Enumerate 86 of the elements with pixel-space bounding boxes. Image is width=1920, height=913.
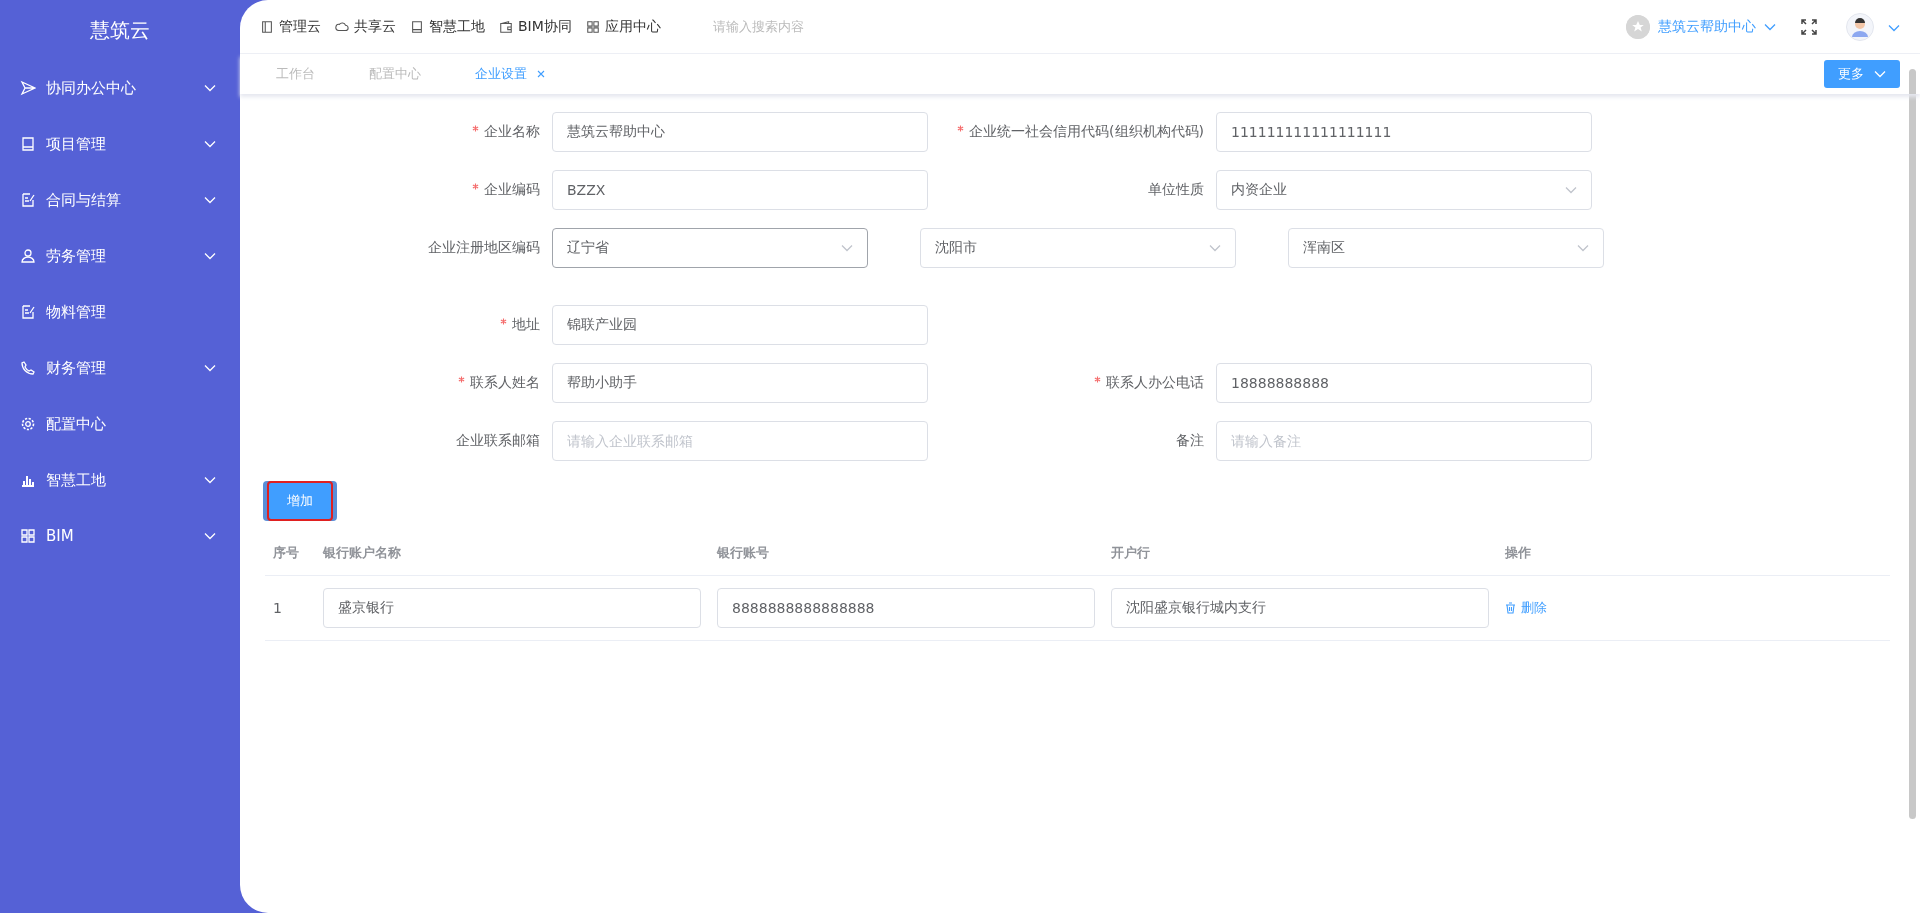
field-label: 地址 bbox=[500, 316, 540, 332]
grid-icon bbox=[585, 19, 600, 34]
required-asterisk-icon bbox=[472, 183, 479, 190]
sidebar-item[interactable]: 协同办公中心 bbox=[0, 60, 240, 116]
dropdown[interactable]: 沈阳市 bbox=[920, 228, 1236, 268]
person-icon bbox=[20, 248, 36, 264]
required-asterisk-icon bbox=[500, 318, 507, 325]
chevron-down-icon bbox=[204, 140, 216, 148]
book-icon bbox=[410, 19, 424, 34]
paper-plane-icon bbox=[20, 80, 36, 96]
cloud-icon bbox=[335, 19, 349, 34]
sidebar-item[interactable]: 合同与结算 bbox=[0, 172, 240, 228]
chevron-down-icon bbox=[1874, 70, 1886, 78]
dropdown[interactable]: 辽宁省 bbox=[552, 228, 868, 268]
sidebar-item[interactable]: 财务管理 bbox=[0, 340, 240, 396]
input-field[interactable]: 盛京银行 bbox=[323, 588, 701, 628]
nav-link[interactable]: 共享云 bbox=[335, 17, 396, 36]
chevron-down-icon bbox=[841, 244, 853, 252]
scrollbar[interactable] bbox=[1909, 69, 1916, 819]
nav-link[interactable]: 应用中心 bbox=[585, 17, 661, 36]
input-field[interactable]: 8888888888888888 bbox=[717, 588, 1095, 628]
column-header: 操作 bbox=[1504, 544, 1532, 562]
app-title: 慧筑云 bbox=[90, 16, 150, 44]
chevron-down-icon bbox=[204, 196, 216, 204]
nav-link[interactable]: BIM协同 bbox=[499, 17, 572, 36]
field-label: 联系人姓名 bbox=[458, 374, 540, 390]
chevron-down-icon bbox=[1764, 22, 1776, 31]
phone-icon bbox=[20, 360, 36, 376]
fullscreen-icon[interactable] bbox=[1800, 17, 1818, 36]
input-field[interactable]: 沈阳盛京银行城内支行 bbox=[1111, 588, 1489, 628]
chevron-down-icon bbox=[1888, 23, 1900, 32]
field-label: 企业编码 bbox=[472, 181, 540, 197]
book-icon bbox=[20, 136, 36, 152]
nav-link[interactable]: 智慧工地 bbox=[410, 17, 485, 36]
required-asterisk-icon bbox=[458, 376, 465, 383]
field-label: 企业联系邮箱 bbox=[456, 432, 540, 448]
chevron-down-icon bbox=[204, 84, 216, 92]
column-header: 序号 bbox=[272, 544, 300, 562]
field-label: 单位性质 bbox=[1148, 181, 1204, 197]
dropdown[interactable]: 浑南区 bbox=[1288, 228, 1604, 268]
column-header: 开户行 bbox=[1110, 544, 1151, 562]
column-header: 银行账号 bbox=[715, 544, 770, 562]
close-icon[interactable] bbox=[537, 70, 545, 78]
dropdown[interactable]: 内资企业 bbox=[1216, 170, 1592, 210]
input-field[interactable]: BZZX bbox=[552, 170, 928, 210]
sidebar-item[interactable]: 劳务管理 bbox=[0, 228, 240, 284]
chevron-down-icon bbox=[1209, 244, 1221, 252]
input-field[interactable]: 锦联产业园 bbox=[552, 305, 928, 345]
document-edit-icon bbox=[20, 304, 36, 320]
input-field[interactable]: 慧筑云帮助中心 bbox=[552, 112, 928, 152]
column-header: 银行账户名称 bbox=[321, 544, 402, 562]
wallet-icon bbox=[499, 19, 513, 34]
input-field[interactable]: 请输入备注 bbox=[1216, 421, 1592, 461]
chevron-down-icon bbox=[204, 476, 216, 484]
field-label: 企业名称 bbox=[472, 123, 540, 139]
input-field[interactable]: 请输入企业联系邮箱 bbox=[552, 421, 928, 461]
input-field[interactable]: 帮助小助手 bbox=[552, 363, 928, 403]
required-asterisk-icon bbox=[472, 125, 479, 132]
sidebar-item[interactable]: 配置中心 bbox=[0, 396, 240, 452]
required-asterisk-icon bbox=[1094, 376, 1101, 383]
sidebar-item[interactable]: 智慧工地 bbox=[0, 452, 240, 508]
grid-icon bbox=[20, 528, 36, 544]
sidebar-item[interactable]: 项目管理 bbox=[0, 116, 240, 172]
table-cell-text: 1 bbox=[273, 600, 283, 616]
avatar-icon[interactable] bbox=[1846, 12, 1874, 41]
required-asterisk-icon bbox=[957, 125, 965, 132]
trash-icon bbox=[1505, 602, 1516, 614]
input-field[interactable]: 111111111111111111 bbox=[1216, 112, 1592, 152]
search-field[interactable]: 请输入搜索内容 bbox=[710, 18, 1015, 35]
chevron-down-icon bbox=[204, 532, 216, 540]
logo-icon bbox=[1626, 14, 1650, 39]
chevron-down-icon bbox=[1577, 244, 1589, 252]
field-label: 企业注册地区编码 bbox=[427, 239, 541, 257]
gear-icon bbox=[20, 416, 36, 432]
field-label: 联系人办公电话 bbox=[1094, 374, 1204, 390]
document-edit-icon bbox=[20, 192, 36, 208]
book-icon bbox=[260, 19, 274, 34]
chevron-down-icon bbox=[204, 364, 216, 372]
chevron-down-icon bbox=[1565, 186, 1577, 194]
input-field[interactable]: 18888888888 bbox=[1216, 363, 1592, 403]
field-label: 备注 bbox=[1176, 432, 1204, 448]
sidebar-item[interactable]: 物料管理 bbox=[0, 284, 240, 340]
sidebar-item[interactable]: BIM bbox=[0, 508, 240, 564]
field-label: 企业统一社会信用代码(组织机构代码) bbox=[957, 123, 1204, 139]
chevron-down-icon bbox=[204, 252, 216, 260]
nav-link[interactable]: 管理云 bbox=[260, 17, 321, 36]
